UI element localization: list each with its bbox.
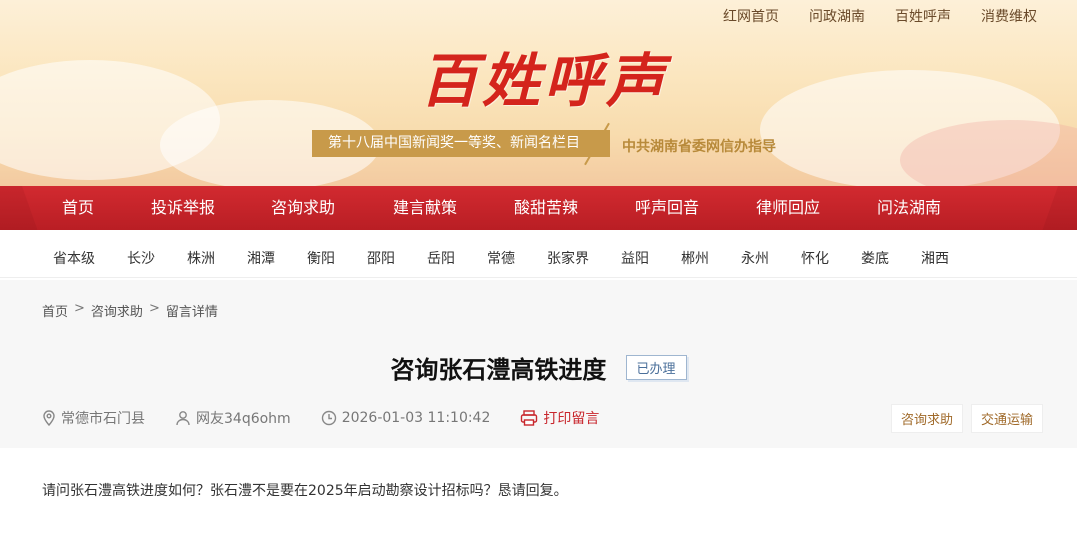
toplink-hongwang[interactable]: 红网首页 — [723, 6, 779, 26]
breadcrumb-current: 留言详情 — [165, 305, 218, 320]
meta-time: 2026-01-03 11:10:42 — [321, 410, 491, 426]
city-xiangtan[interactable]: 湘潭 — [247, 248, 275, 268]
nav-suggest[interactable]: 建言献策 — [393, 186, 457, 230]
city-zhuzhou[interactable]: 株洲 — [187, 248, 215, 268]
post-body: 请问张石澧高铁进度如何？张石澧不是要在2025年启动勘察设计招标吗？恳请回复。 — [42, 483, 568, 499]
nav-echo[interactable]: 呼声回音 — [635, 186, 699, 230]
nav-lawyer[interactable]: 律师回应 — [756, 186, 820, 230]
post-title: 咨询张石澧高铁进度 — [390, 356, 607, 384]
city-hengyang[interactable]: 衡阳 — [307, 248, 335, 268]
meta-user: 网友34q6ohm — [175, 408, 291, 428]
printer-icon — [521, 410, 538, 426]
city-xiangxi[interactable]: 湘西 — [921, 248, 949, 268]
clock-icon — [321, 410, 336, 426]
city-yiyang[interactable]: 益阳 — [621, 248, 649, 268]
city-provincial[interactable]: 省本级 — [53, 248, 95, 268]
city-zhangjiajie[interactable]: 张家界 — [547, 248, 589, 268]
header-banner: 红网首页 问政湖南 百姓呼声 消费维权 百姓呼声 第十八届中国新闻奖一等奖、新闻… — [0, 0, 1077, 190]
location-icon — [43, 410, 55, 426]
post-meta: 常德市石门县 网友34q6ohm 2026-01-03 11:10:42 打印留… — [42, 408, 629, 428]
status-badge: 已办理 — [625, 355, 687, 380]
breadcrumb-home[interactable]: 首页 — [42, 301, 68, 320]
meta-location: 常德市石门县 — [42, 408, 145, 428]
toplink-baixing[interactable]: 百姓呼声 — [895, 6, 951, 26]
breadcrumb-separator: > — [74, 301, 85, 316]
tag-consult[interactable]: 咨询求助 — [890, 404, 963, 433]
city-nav: 省本级 长沙 株洲 湘潭 衡阳 邵阳 岳阳 常德 张家界 益阳 郴州 永州 怀化… — [0, 236, 1077, 278]
title-row: 咨询张石澧高铁进度 已办理 — [0, 350, 1077, 385]
guide-text: 中共湖南省委网信办指导 — [622, 139, 776, 155]
city-changsha[interactable]: 长沙 — [127, 248, 155, 268]
city-yongzhou[interactable]: 永州 — [741, 248, 769, 268]
user-icon — [176, 411, 190, 426]
city-huaihua[interactable]: 怀化 — [801, 248, 829, 268]
city-yueyang[interactable]: 岳阳 — [427, 248, 455, 268]
breadcrumb-separator: > — [148, 301, 160, 316]
city-changde[interactable]: 常德 — [487, 248, 515, 268]
main-nav: 首页 投诉举报 咨询求助 建言献策 酸甜苦辣 呼声回音 律师回应 问法湖南 — [0, 186, 1077, 230]
location-text: 常德市石门县 — [61, 411, 145, 427]
print-label: 打印留言 — [543, 411, 600, 427]
toplink-wenzheng[interactable]: 问政湖南 — [809, 6, 865, 26]
tag-transport[interactable]: 交通运输 — [970, 404, 1043, 433]
breadcrumb-consult[interactable]: 咨询求助 — [91, 301, 143, 320]
city-chenzhou[interactable]: 郴州 — [681, 248, 709, 268]
site-logo[interactable]: 百姓呼声 — [420, 34, 668, 118]
nav-law[interactable]: 问法湖南 — [877, 186, 941, 230]
city-shaoyang[interactable]: 邵阳 — [367, 248, 395, 268]
post-tags: 咨询求助 交通运输 — [890, 404, 1043, 433]
nav-consult[interactable]: 咨询求助 — [271, 186, 335, 230]
nav-complaint[interactable]: 投诉举报 — [151, 186, 215, 230]
nav-home[interactable]: 首页 — [62, 186, 94, 230]
city-loudi[interactable]: 娄底 — [861, 248, 889, 268]
toplink-xiaofei[interactable]: 消费维权 — [981, 6, 1037, 26]
breadcrumb: 首页 > 咨询求助 > 留言详情 — [42, 301, 218, 320]
nav-life[interactable]: 酸甜苦辣 — [514, 186, 578, 230]
award-banner: 第十八届中国新闻奖一等奖、新闻名栏目 — [312, 130, 610, 157]
top-links: 红网首页 问政湖南 百姓呼声 消费维权 — [723, 6, 1037, 26]
time-text: 2026-01-03 11:10:42 — [341, 410, 491, 426]
print-button[interactable]: 打印留言 — [520, 408, 599, 428]
post-header: 首页 > 咨询求助 > 留言详情 咨询张石澧高铁进度 已办理 常德市石门县 网友… — [0, 280, 1077, 448]
user-text: 网友34q6ohm — [196, 411, 291, 427]
